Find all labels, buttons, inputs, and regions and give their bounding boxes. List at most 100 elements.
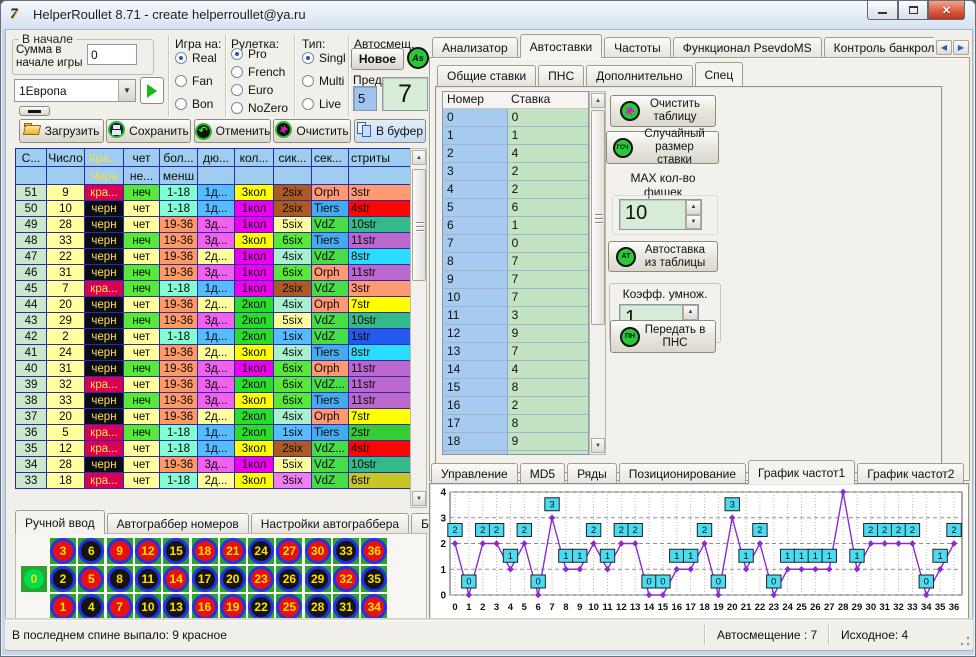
radio-type-singl[interactable]: Singl <box>302 51 346 65</box>
board-number-18[interactable]: 18 <box>192 538 218 564</box>
tab-md5[interactable]: MD5 <box>520 463 565 484</box>
radio-roulette-french[interactable]: French <box>231 65 285 79</box>
tab-анализатор[interactable]: Анализатор <box>432 37 518 58</box>
scroll-up-icon[interactable]: ▲ <box>591 93 605 108</box>
clear-table-button[interactable]: Очистить таблицу <box>610 95 716 127</box>
board-number-36[interactable]: 36 <box>361 538 387 564</box>
bet-row[interactable]: 97 <box>443 271 588 289</box>
table-row[interactable]: 4329черннеч19-363д...2кол5sixVdZ10str <box>16 313 411 329</box>
undo-button[interactable]: ↶Отменить <box>194 119 271 143</box>
board-number-32[interactable]: 32 <box>333 566 359 592</box>
board-number-24[interactable]: 24 <box>248 538 274 564</box>
tab-автограббер-номеров[interactable]: Автограббер номеров <box>107 513 249 534</box>
tab-график-частот2[interactable]: График частот2 <box>857 463 964 484</box>
bet-row[interactable]: 144 <box>443 361 588 379</box>
board-number-8[interactable]: 8 <box>107 566 133 592</box>
bet-row[interactable]: 178 <box>443 415 588 433</box>
board-number-13[interactable]: 13 <box>163 594 189 620</box>
tab-управление[interactable]: Управление <box>431 463 518 484</box>
table-row[interactable]: 422чернчет1-181д...2кол1sixVdZ1str <box>16 329 411 345</box>
board-number-12[interactable]: 12 <box>135 538 161 564</box>
table-row[interactable]: 365кра...неч1-181д...2кол1sixTiers2str <box>16 425 411 441</box>
tab-частоты[interactable]: Частоты <box>604 37 671 58</box>
board-number-26[interactable]: 26 <box>276 566 302 592</box>
history-subheader-row[interactable]: Чернне...менш <box>16 167 411 185</box>
board-number-35[interactable]: 35 <box>361 566 387 592</box>
bet-row[interactable]: 129 <box>443 325 588 343</box>
bet-row[interactable]: 193 <box>443 451 588 455</box>
board-number-14[interactable]: 14 <box>163 566 189 592</box>
board-number-7[interactable]: 7 <box>107 594 133 620</box>
board-number-27[interactable]: 27 <box>276 538 302 564</box>
bet-row[interactable]: 70 <box>443 235 588 253</box>
bets-scrollbar[interactable]: ▲ ▼ <box>589 91 606 455</box>
board-number-23[interactable]: 23 <box>248 566 274 592</box>
table-row[interactable]: 3512кра...чет1-181д...3кол2sixVdZ...4str <box>16 441 411 457</box>
tab-ряды[interactable]: Ряды <box>567 463 617 484</box>
bet-row[interactable]: 113 <box>443 307 588 325</box>
table-row[interactable]: 4420чернчет19-362д...2кол4sixOrph7str <box>16 297 411 313</box>
bet-row[interactable]: 11 <box>443 127 588 145</box>
preset-combobox[interactable]: 1Европа ▼ <box>14 79 136 102</box>
table-row[interactable]: 4928чернчет19-363д...1кол5sixVdZ10str <box>16 217 411 233</box>
board-number-16[interactable]: 16 <box>192 594 218 620</box>
board-number-11[interactable]: 11 <box>135 566 161 592</box>
bet-row[interactable]: 00 <box>443 109 588 127</box>
start-sum-input[interactable] <box>87 44 137 65</box>
bet-row[interactable]: 107 <box>443 289 588 307</box>
table-row[interactable]: 4722чернчет19-362д...1кол4sixVdZ8str <box>16 249 411 265</box>
bet-row[interactable]: 158 <box>443 379 588 397</box>
board-number-34[interactable]: 34 <box>361 594 387 620</box>
board-number-3[interactable]: 3 <box>50 538 76 564</box>
tab-общие-ставки[interactable]: Общие ставки <box>437 65 536 86</box>
max-chips-spinner[interactable]: 10 ▲▼ <box>619 199 702 230</box>
table-row[interactable]: 4833черннеч19-363д...3кол6sixTiers11str <box>16 233 411 249</box>
tab-настройки-автограббера[interactable]: Настройки автограббера <box>251 513 409 534</box>
board-number-33[interactable]: 33 <box>333 538 359 564</box>
title-bar[interactable]: 7 HelperRoullet 8.71 - create helperroul… <box>1 1 976 29</box>
tab-контроль-банкролла[interactable]: Контроль банкролла <box>824 37 934 58</box>
dash-button[interactable] <box>19 106 50 116</box>
scrollbar-thumb[interactable] <box>591 110 605 325</box>
tab-ручной-ввод[interactable]: Ручной ввод <box>15 510 105 534</box>
radio-game-on-real[interactable]: Real <box>175 51 217 65</box>
minimize-button[interactable] <box>867 1 898 20</box>
open-folder-button[interactable]: Загрузить <box>19 119 104 143</box>
radio-type-multi[interactable]: Multi <box>302 74 344 88</box>
board-number-17[interactable]: 17 <box>192 566 218 592</box>
chevron-down-icon[interactable]: ▼ <box>118 80 135 101</box>
random-bet-size-button[interactable]: ГСЧ Случайный размер ставки <box>606 131 719 164</box>
board-number-31[interactable]: 31 <box>333 594 359 620</box>
table-row[interactable]: 3318кра...чет1-182д...3кол3sixVdZ6str <box>16 473 411 489</box>
spin-down-icon[interactable]: ▼ <box>686 215 701 230</box>
board-number-1[interactable]: 1 <box>50 594 76 620</box>
table-row[interactable]: 3720чернчет19-362д...2кол4sixOrph7str <box>16 409 411 425</box>
radio-type-live[interactable]: Live <box>302 97 341 111</box>
bets-col-number[interactable]: Номер <box>443 92 507 108</box>
autobet-from-table-button[interactable]: АТ Автоставка из таблицы <box>608 241 718 272</box>
play-button[interactable] <box>140 77 164 104</box>
radio-roulette-nozero[interactable]: NoZero <box>231 101 288 115</box>
tab-спец[interactable]: Спец <box>695 62 744 86</box>
maximize-button[interactable] <box>898 1 928 20</box>
bet-row[interactable]: 61 <box>443 217 588 235</box>
board-number-22[interactable]: 22 <box>248 594 274 620</box>
bet-row[interactable]: 137 <box>443 343 588 361</box>
tab-пнс[interactable]: ПНС <box>538 65 584 86</box>
board-number-10[interactable]: 10 <box>135 594 161 620</box>
scroll-down-icon[interactable]: ▼ <box>412 491 426 506</box>
table-row[interactable]: 5010чернчет1-181д...1кол2sixTiers4str <box>16 201 411 217</box>
table-row[interactable]: 519кра...неч1-181д...3кол2sixOrph3str <box>16 185 411 201</box>
bet-row[interactable]: 87 <box>443 253 588 271</box>
board-number-21[interactable]: 21 <box>220 538 246 564</box>
radio-roulette-euro[interactable]: Euro <box>231 83 273 97</box>
bets-col-stake[interactable]: Ставка <box>507 92 550 108</box>
scrollbar-thumb[interactable] <box>412 169 426 281</box>
tab-функционал-psevdoms[interactable]: Функционал PsevdoMS <box>673 37 822 58</box>
history-header-row[interactable]: С...ЧислоКра...четбол...дю...кол...сик..… <box>16 149 411 167</box>
table-row[interactable]: 3833черннеч19-363д...3кол6sixTiers11str <box>16 393 411 409</box>
table-row[interactable]: 3932кра...чет19-363д...2кол6sixVdZ...11s… <box>16 377 411 393</box>
tab-позиционирование[interactable]: Позиционирование <box>619 463 746 484</box>
bet-row[interactable]: 56 <box>443 199 588 217</box>
board-number-30[interactable]: 30 <box>305 538 331 564</box>
